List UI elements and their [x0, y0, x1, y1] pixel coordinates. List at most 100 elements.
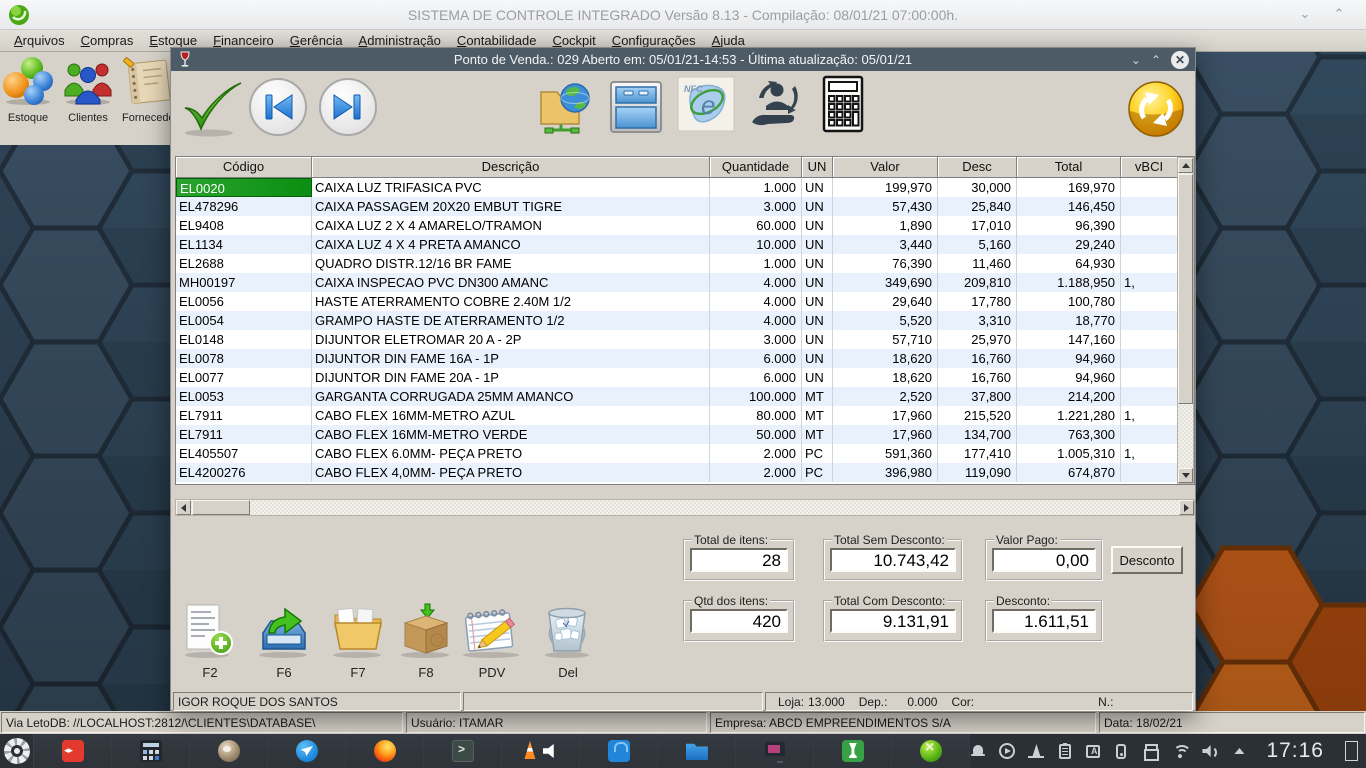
scroll-right-button[interactable] — [1179, 500, 1194, 515]
keyboard-layout-icon[interactable] — [1086, 745, 1100, 758]
usb-icon[interactable] — [1142, 743, 1158, 759]
table-row[interactable]: EL7911 CABO FLEX 16MM-METRO AZUL 80.000 … — [176, 406, 1178, 425]
taskbar-clock[interactable]: 17:16 — [1266, 739, 1324, 763]
taskbar-app-button[interactable] — [502, 734, 580, 768]
wifi-icon[interactable] — [1171, 743, 1189, 759]
media-play-icon[interactable] — [999, 743, 1015, 759]
column-header[interactable]: Descrição — [312, 157, 710, 178]
clipboard-icon[interactable] — [1059, 744, 1071, 759]
column-header[interactable]: Código — [176, 157, 312, 178]
menu-item[interactable]: Compras — [73, 31, 142, 50]
nfce-icon[interactable]: NFC e — [677, 76, 735, 132]
kdeconnect-icon[interactable] — [1116, 744, 1126, 759]
taskbar-app-button[interactable] — [424, 734, 502, 768]
main-maximize-button[interactable]: ⌃ — [1326, 6, 1352, 22]
total-itens-field[interactable]: 28 — [690, 548, 788, 572]
cell-valor: 18,620 — [833, 349, 938, 368]
column-header[interactable]: Valor — [833, 157, 938, 178]
drawer-cabinet-icon[interactable] — [607, 78, 665, 136]
tray-expand-icon[interactable] — [1231, 743, 1247, 759]
scroll-up-button[interactable] — [1178, 158, 1193, 173]
pdv-close-button[interactable]: ✕ — [1171, 51, 1189, 69]
cell-un: UN — [802, 216, 833, 235]
table-row[interactable]: EL0020 CAIXA LUZ TRIFASICA PVC 1.000 UN … — [176, 178, 1178, 197]
launcher-gear-icon — [4, 738, 30, 764]
desconto-button[interactable]: Desconto — [1111, 546, 1183, 574]
column-header[interactable]: Total — [1017, 157, 1121, 178]
shortcut-estoque[interactable]: Estoque — [2, 56, 54, 141]
qtd-itens-field[interactable]: 420 — [690, 609, 788, 633]
calculator-icon[interactable] — [815, 74, 871, 136]
shortcut-fornecedores[interactable]: Fornecedo — [122, 56, 174, 141]
column-header[interactable]: UN — [802, 157, 833, 178]
action-f7-folder[interactable]: F7 — [325, 603, 391, 680]
action-pdv[interactable]: PDV — [459, 603, 525, 680]
cell-un: UN — [802, 254, 833, 273]
column-header[interactable]: vBCI — [1121, 157, 1178, 178]
table-row[interactable]: EL0054 GRAMPO HASTE DE ATERRAMENTO 1/2 4… — [176, 311, 1178, 330]
confirm-check-icon[interactable] — [179, 78, 245, 138]
table-row[interactable]: EL0148 DIJUNTOR ELETROMAR 20 A - 2P 3.00… — [176, 330, 1178, 349]
horizontal-scroll-thumb[interactable] — [192, 500, 250, 515]
app-launcher-button[interactable] — [0, 734, 34, 768]
column-header[interactable]: Quantidade — [710, 157, 802, 178]
horizontal-scrollbar[interactable] — [175, 499, 1195, 516]
taskbar-app-button[interactable] — [112, 734, 190, 768]
table-row[interactable]: EL4200276 CABO FLEX 4,0MM- PEÇA PRETO 2.… — [176, 463, 1178, 482]
volume-icon[interactable] — [1202, 743, 1218, 759]
taskbar-app-button[interactable] — [34, 734, 112, 768]
cell-valor: 17,960 — [833, 425, 938, 444]
table-row[interactable]: EL1134 CAIXA LUZ 4 X 4 PRETA AMANCO 10.0… — [176, 235, 1178, 254]
refresh-orb-icon[interactable] — [1125, 78, 1187, 140]
table-row[interactable]: EL0077 DIJUNTOR DIN FAME 20A - 1P 6.000 … — [176, 368, 1178, 387]
taskbar-app-button[interactable] — [892, 734, 970, 768]
main-minimize-button[interactable]: ⌄ — [1292, 6, 1318, 22]
table-row[interactable]: EL7911 CABO FLEX 16MM-METRO VERDE 50.000… — [176, 425, 1178, 444]
pdv-minimize-button[interactable]: ⌄ — [1131, 53, 1141, 67]
table-row[interactable]: EL0056 HASTE ATERRAMENTO COBRE 2.40M 1/2… — [176, 292, 1178, 311]
table-row[interactable]: EL478296 CAIXA PASSAGEM 20X20 EMBUT TIGR… — [176, 197, 1178, 216]
vertical-scroll-thumb[interactable] — [1178, 174, 1193, 404]
action-del[interactable]: Del — [535, 603, 601, 680]
table-row[interactable]: EL9408 CAIXA LUZ 2 X 4 AMARELO/TRAMON 60… — [176, 216, 1178, 235]
taskbar-app-button[interactable] — [658, 734, 736, 768]
valor-pago-field[interactable]: 0,00 — [992, 548, 1096, 572]
skip-forward-button[interactable] — [317, 76, 379, 138]
column-header[interactable]: Desc — [938, 157, 1017, 178]
pdv-titlebar[interactable]: Ponto de Venda.: 029 Aberto em: 05/01/21… — [171, 48, 1195, 71]
taskbar-app-button[interactable] — [346, 734, 424, 768]
vertical-scrollbar[interactable] — [1177, 157, 1194, 484]
taskbar-app-button[interactable] — [736, 734, 814, 768]
cell-desc: 17,780 — [938, 292, 1017, 311]
scroll-left-button[interactable] — [176, 500, 191, 515]
taskbar-app-button[interactable] — [580, 734, 658, 768]
show-desktop-button[interactable] — [1345, 741, 1358, 761]
shortcut-clientes[interactable]: Clientes — [62, 56, 114, 141]
notifications-bell-icon[interactable] — [970, 743, 986, 759]
taskbar-app-button[interactable] — [190, 734, 268, 768]
cell-quantidade: 6.000 — [710, 349, 802, 368]
taskbar-app-button[interactable] — [814, 734, 892, 768]
table-row[interactable]: EL0078 DIJUNTOR DIN FAME 16A - 1P 6.000 … — [176, 349, 1178, 368]
cell-vbci: 1, — [1121, 406, 1178, 425]
cell-vbci — [1121, 216, 1178, 235]
table-row[interactable]: EL2688 QUADRO DISTR.12/16 BR FAME 1.000 … — [176, 254, 1178, 273]
table-row[interactable]: EL0053 GARGANTA CORRUGADA 25MM AMANCO 10… — [176, 387, 1178, 406]
taskbar-app-button[interactable] — [268, 734, 346, 768]
scroll-down-button[interactable] — [1178, 468, 1193, 483]
total-sem-desconto-field[interactable]: 10.743,42 — [830, 548, 956, 572]
cell-descricao: QUADRO DISTR.12/16 BR FAME — [312, 254, 710, 273]
action-f8-package[interactable]: F8 — [393, 603, 459, 680]
desconto-field[interactable]: 1.611,51 — [992, 609, 1096, 633]
vlc-tray-icon[interactable] — [1028, 743, 1044, 759]
menu-item[interactable]: Arquivos — [6, 31, 73, 50]
skip-back-button[interactable] — [247, 76, 309, 138]
action-f2-new-sale[interactable]: F2 — [177, 603, 243, 680]
pdv-maximize-button[interactable]: ⌃ — [1151, 53, 1161, 67]
customer-service-icon[interactable] — [749, 76, 803, 134]
table-row[interactable]: EL405507 CABO FLEX 6.0MM- PEÇA PRETO 2.0… — [176, 444, 1178, 463]
table-row[interactable]: MH00197 CAIXA INSPECAO PVC DN300 AMANC 4… — [176, 273, 1178, 292]
action-f6-import[interactable]: F6 — [251, 603, 317, 680]
total-com-desconto-field[interactable]: 9.131,91 — [830, 609, 956, 633]
network-folder-icon[interactable] — [537, 78, 595, 136]
